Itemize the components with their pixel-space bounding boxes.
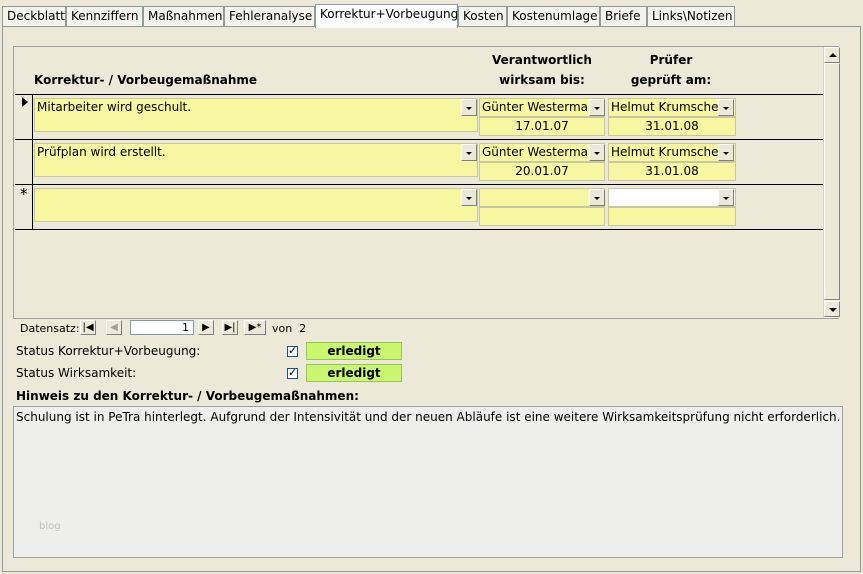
record-navigator: Datensatz: |◀ ◀ 1 ▶ ▶| ▶* von 2 [14, 318, 822, 336]
tab-massnahmen[interactable]: Maßnahmen [143, 6, 224, 27]
watermark-text: blog [39, 521, 61, 532]
wirksam-field[interactable]: 20.01.07 [479, 162, 605, 181]
tab-briefe[interactable]: Briefe [600, 6, 647, 27]
row-divider [15, 94, 823, 95]
navigator-total: 2 [299, 322, 307, 335]
tab-fehleranalyse[interactable]: Fehleranalyse [224, 6, 315, 27]
tab-kosten[interactable]: Kosten [458, 6, 507, 27]
record-count: von 2 [272, 322, 306, 335]
tab-kennziffern[interactable]: Kennziffern [66, 6, 143, 27]
new-wirksam-field[interactable] [479, 207, 605, 226]
new-verantwortlich-field[interactable] [479, 188, 605, 207]
vertical-scrollbar[interactable] [823, 47, 840, 318]
verantwortlich-field[interactable]: Günter Westerman [479, 143, 605, 162]
row-divider [15, 229, 823, 230]
massnahme-field[interactable]: Mitarbeiter wird geschult. [34, 98, 478, 132]
pruefer-dropdown-icon[interactable] [718, 189, 734, 206]
status-wirksamkeit-label: Status Wirksamkeit: [16, 366, 137, 380]
header-pruefer: Prüfer [649, 53, 693, 67]
tab-kostenumlage[interactable]: Kostenumlage [507, 6, 600, 27]
status-korrektur-badge: erledigt [306, 342, 402, 360]
row-divider [15, 139, 823, 140]
geprueft-field[interactable]: 31.01.08 [608, 162, 736, 181]
verantwortlich-dropdown-icon[interactable] [589, 99, 605, 116]
tab-korrektur-vorbeugung[interactable]: Korrektur+Vorbeugung [315, 4, 458, 28]
previous-record-icon[interactable]: ◀ [106, 320, 122, 335]
header-geprueft: geprüft am: [630, 73, 712, 87]
record-selector-column [15, 95, 33, 229]
navigator-label: Datensatz: [20, 322, 80, 335]
tab-strip: Deckblatt Kennziffern Maßnahmen Fehleran… [2, 4, 861, 28]
status-wirksamkeit-badge: erledigt [306, 364, 402, 382]
massnahmen-subform: Korrektur- / Vorbeugemaßnahme Verantwort… [13, 46, 839, 319]
hinweis-label: Hinweis zu den Korrektur- / Vorbeugemaßn… [16, 389, 359, 403]
new-geprueft-field[interactable] [608, 207, 736, 226]
new-massnahme-field[interactable] [34, 188, 478, 222]
row-divider [15, 184, 823, 185]
navigator-of-label: von [272, 322, 293, 335]
massnahme-dropdown-icon[interactable] [461, 99, 477, 116]
massnahme-dropdown-icon[interactable] [461, 144, 477, 161]
pruefer-field[interactable]: Helmut Krumscheid [608, 98, 736, 117]
first-record-icon[interactable]: |◀ [80, 320, 96, 335]
status-korrektur-checkbox[interactable] [287, 344, 298, 357]
status-wirksamkeit-checkbox[interactable] [287, 366, 298, 379]
header-wirksam: wirksam bis: [499, 73, 585, 87]
header-verantwortlich: Verantwortlich [492, 53, 592, 67]
pruefer-dropdown-icon[interactable] [718, 144, 734, 161]
massnahme-field[interactable]: Prüfplan wird erstellt. [34, 143, 478, 177]
current-record-indicator-icon [22, 97, 28, 107]
pruefer-dropdown-icon[interactable] [718, 99, 734, 116]
scroll-up-icon[interactable] [824, 47, 840, 63]
geprueft-field[interactable]: 31.01.08 [608, 117, 736, 136]
wirksam-field[interactable]: 17.01.07 [479, 117, 605, 136]
new-record-icon[interactable]: ▶* [244, 320, 266, 335]
tab-deckblatt[interactable]: Deckblatt [2, 6, 66, 27]
tab-links-notizen[interactable]: Links\Notizen [647, 6, 735, 27]
next-record-icon[interactable]: ▶ [198, 320, 214, 335]
status-korrektur-label: Status Korrektur+Vorbeugung: [16, 344, 201, 358]
pruefer-field[interactable]: Helmut Krumscheid [608, 143, 736, 162]
massnahme-dropdown-icon[interactable] [461, 189, 477, 206]
verantwortlich-field[interactable]: Günter Westerman [479, 98, 605, 117]
last-record-icon[interactable]: ▶| [222, 320, 238, 335]
scroll-thumb[interactable] [824, 63, 840, 300]
record-number-input[interactable]: 1 [130, 320, 194, 335]
new-record-indicator-icon: * [20, 185, 28, 203]
header-massnahme: Korrektur- / Vorbeugemaßnahme [34, 73, 258, 87]
verantwortlich-dropdown-icon[interactable] [589, 144, 605, 161]
hinweis-textarea[interactable]: Schulung ist in PeTra hinterlegt. Aufgru… [13, 406, 843, 558]
new-pruefer-field[interactable] [608, 188, 736, 207]
scroll-down-icon[interactable] [824, 301, 840, 317]
hinweis-text: Schulung ist in PeTra hinterlegt. Aufgru… [16, 410, 841, 424]
verantwortlich-dropdown-icon[interactable] [589, 189, 605, 206]
